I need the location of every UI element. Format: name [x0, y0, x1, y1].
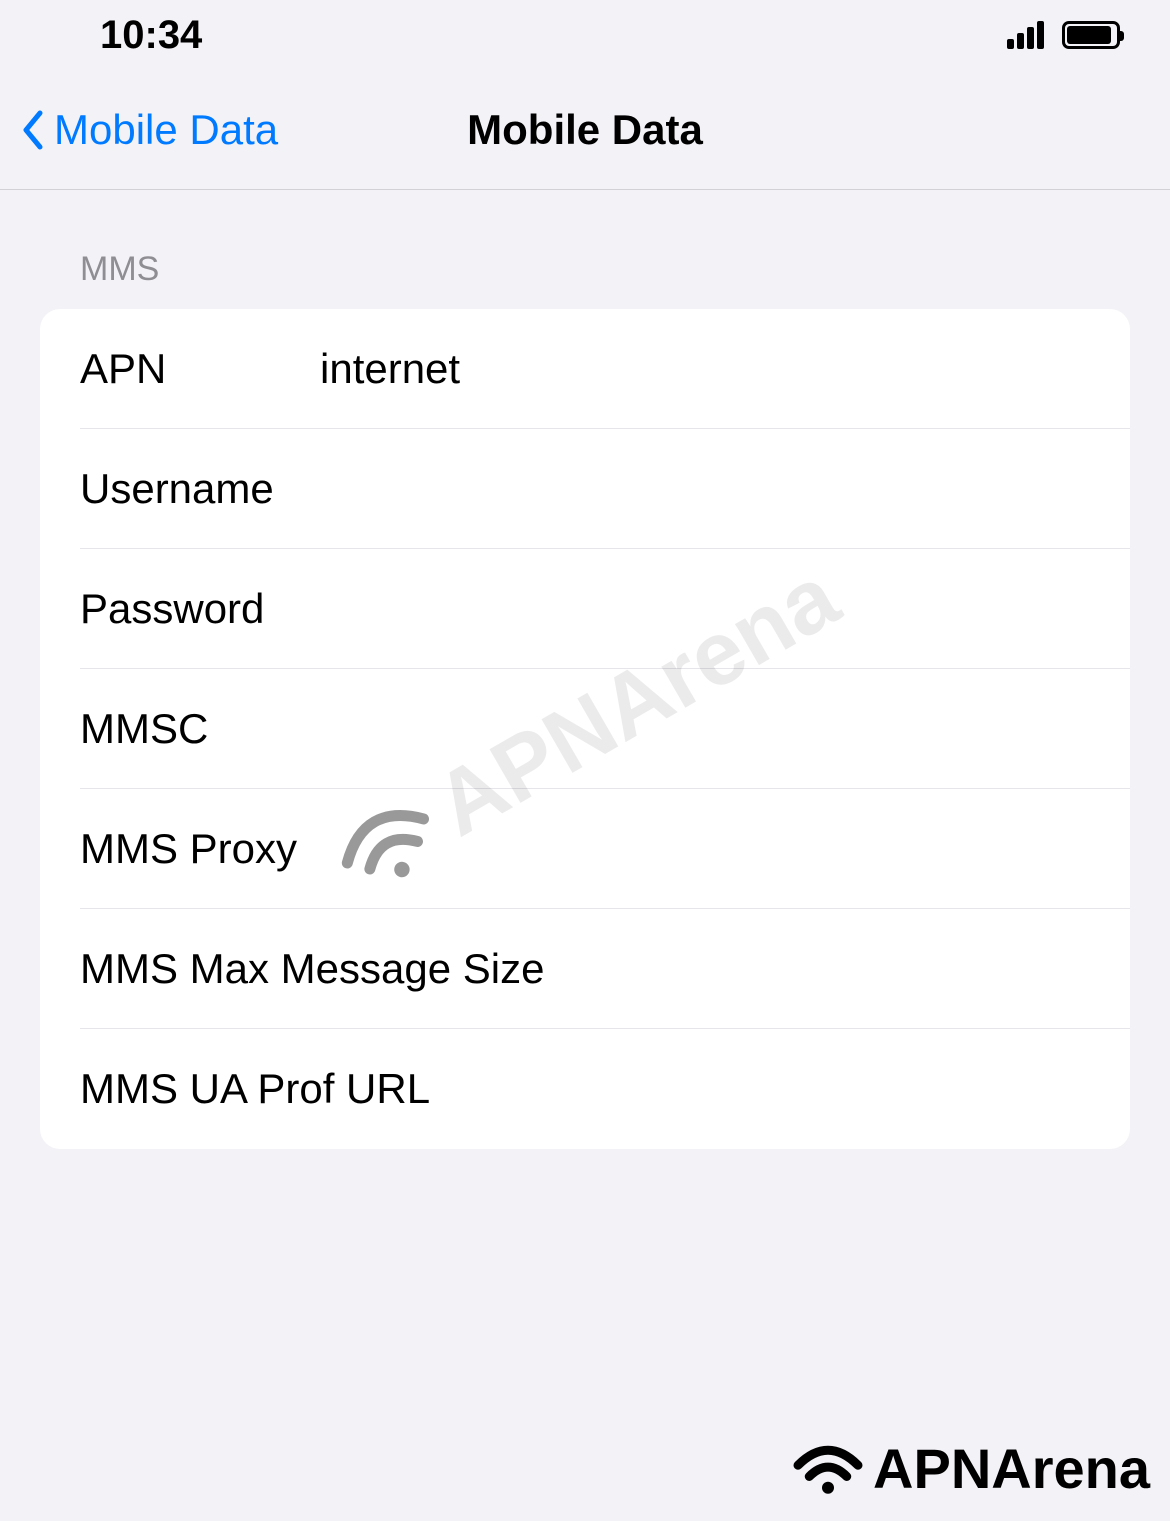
settings-group: APN Username Password MMSC MMS Proxy MMS… — [40, 309, 1130, 1149]
settings-row-mms-ua-prof-url[interactable]: MMS UA Prof URL — [40, 1029, 1130, 1149]
row-label: MMS Max Message Size — [80, 945, 544, 993]
settings-row-password[interactable]: Password — [40, 549, 1130, 669]
content-area: MMS APN Username Password MMSC MMS Proxy… — [0, 190, 1170, 1149]
password-field[interactable] — [320, 585, 1090, 633]
mms-proxy-field[interactable] — [320, 825, 1090, 873]
footer-logo-text: APNArena — [873, 1436, 1150, 1501]
mmsc-field[interactable] — [320, 705, 1090, 753]
navigation-bar: Mobile Data Mobile Data — [0, 70, 1170, 190]
section-header-mms: MMS — [40, 250, 1130, 309]
row-label: MMSC — [80, 705, 320, 753]
battery-icon — [1062, 21, 1120, 49]
status-bar: 10:34 — [0, 0, 1170, 70]
page-title: Mobile Data — [467, 106, 703, 154]
cellular-signal-icon — [1007, 21, 1044, 49]
row-label: Username — [80, 465, 320, 513]
status-indicators — [1007, 21, 1120, 49]
back-label: Mobile Data — [54, 106, 278, 154]
settings-row-mms-max-message-size[interactable]: MMS Max Message Size — [40, 909, 1130, 1029]
footer-logo: APNArena — [788, 1436, 1150, 1501]
apn-field[interactable] — [320, 345, 1090, 393]
row-label: MMS UA Prof URL — [80, 1065, 430, 1113]
settings-row-mms-proxy[interactable]: MMS Proxy — [40, 789, 1130, 909]
row-label: APN — [80, 345, 320, 393]
wifi-icon — [788, 1439, 868, 1499]
status-time: 10:34 — [100, 13, 202, 58]
username-field[interactable] — [320, 465, 1090, 513]
row-label: MMS Proxy — [80, 825, 320, 873]
settings-row-apn[interactable]: APN — [40, 309, 1130, 429]
settings-row-username[interactable]: Username — [40, 429, 1130, 549]
chevron-left-icon — [20, 109, 44, 151]
mms-ua-prof-field[interactable] — [430, 1065, 1090, 1113]
back-button[interactable]: Mobile Data — [20, 106, 278, 154]
mms-max-size-field[interactable] — [544, 945, 1090, 993]
settings-row-mmsc[interactable]: MMSC — [40, 669, 1130, 789]
row-label: Password — [80, 585, 320, 633]
